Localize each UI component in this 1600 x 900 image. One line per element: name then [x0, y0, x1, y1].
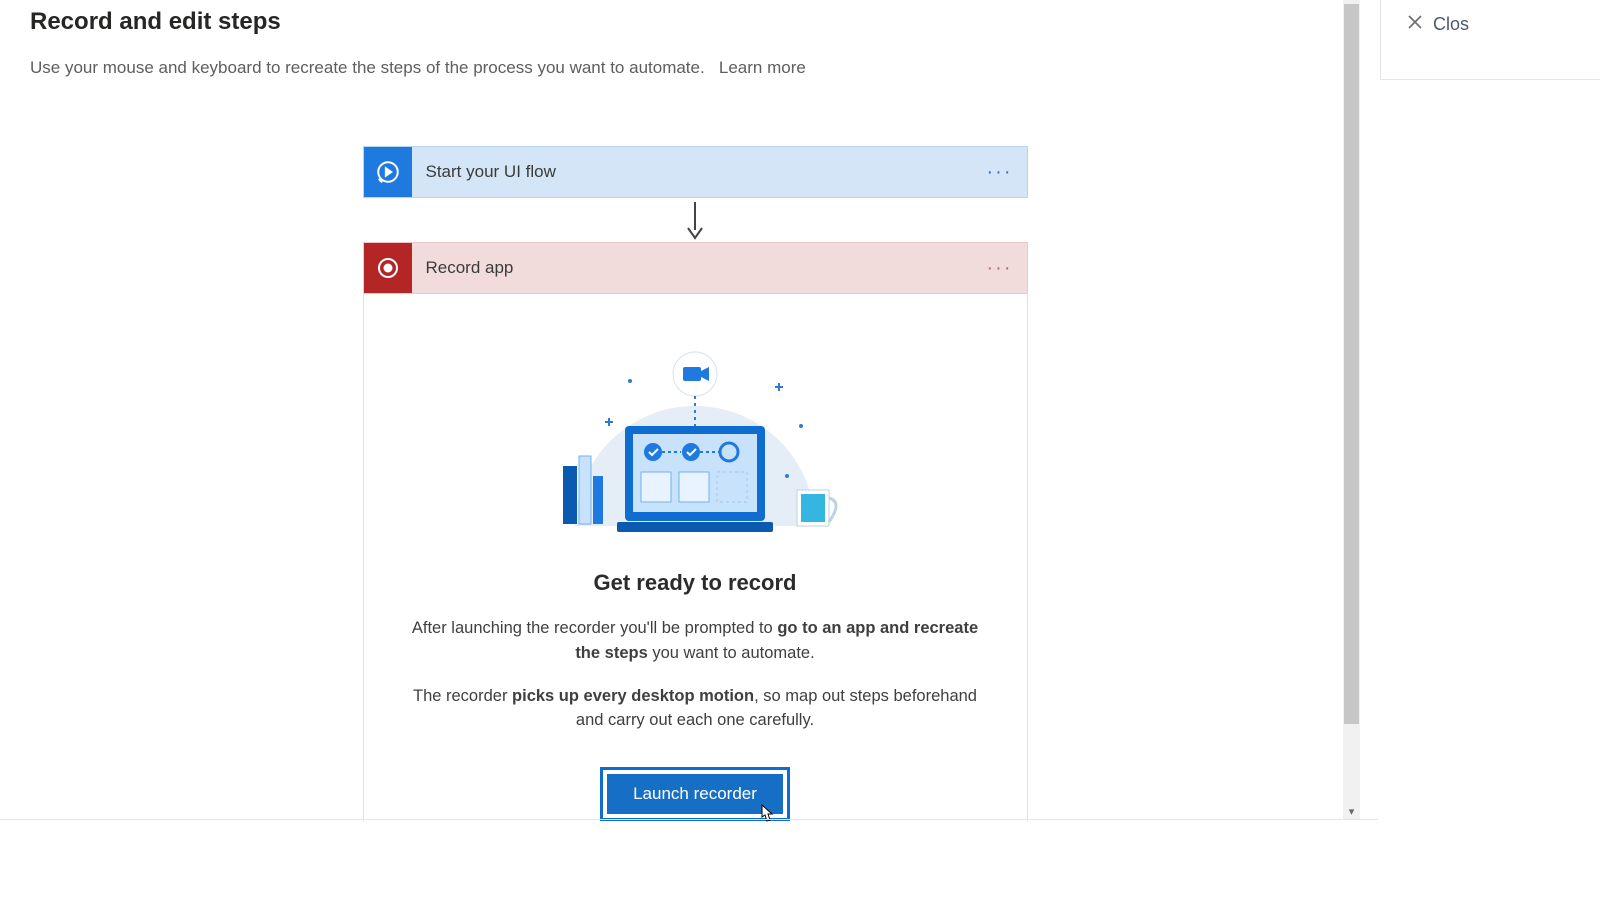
main-content: Record and edit steps Use your mouse and… [30, 0, 1360, 822]
record-icon [364, 243, 412, 293]
close-button[interactable]: Clos [1407, 14, 1469, 35]
vertical-scrollbar[interactable]: ▾ [1343, 0, 1360, 820]
scroll-down-icon[interactable]: ▾ [1343, 805, 1360, 818]
page-subtitle: Use your mouse and keyboard to recreate … [30, 58, 1360, 78]
p1-pre: After launching the recorder you'll be p… [412, 619, 777, 637]
ellipsis-icon[interactable]: ··· [987, 147, 1013, 197]
page-title: Record and edit steps [30, 8, 1360, 36]
close-label: Clos [1433, 14, 1469, 35]
ellipsis-icon[interactable]: ··· [987, 243, 1013, 293]
side-panel: Clos [1380, 0, 1600, 80]
divider [0, 819, 1378, 820]
learn-more-link[interactable]: Learn more [719, 58, 806, 77]
subtitle-text: Use your mouse and keyboard to recreate … [30, 58, 705, 77]
p1-post: you want to automate. [648, 644, 815, 662]
scrollbar-thumb[interactable] [1344, 4, 1359, 724]
record-heading: Get ready to record [404, 570, 987, 596]
p2-pre: The recorder [413, 687, 512, 705]
record-paragraph-2: The recorder picks up every desktop moti… [404, 684, 987, 734]
recorder-illustration [404, 326, 987, 546]
launch-recorder-focus-ring: Launch recorder [600, 767, 790, 821]
p2-bold: picks up every desktop motion [512, 687, 754, 705]
step-start-label: Start your UI flow [412, 147, 1027, 197]
close-icon [1407, 14, 1423, 35]
flow-column: Start your UI flow ··· Record app [363, 146, 1028, 822]
step-start-ui-flow[interactable]: Start your UI flow ··· [363, 146, 1028, 198]
step-record-label: Record app [412, 243, 1027, 293]
step-record-app[interactable]: Record app ··· [363, 242, 1028, 294]
launch-recorder-button[interactable]: Launch recorder [607, 774, 783, 814]
flow-arrow [363, 198, 1028, 242]
play-icon [364, 147, 412, 197]
record-paragraph-1: After launching the recorder you'll be p… [404, 616, 987, 666]
camera-icon [683, 367, 709, 381]
record-app-body: Get ready to record After launching the … [363, 294, 1028, 822]
